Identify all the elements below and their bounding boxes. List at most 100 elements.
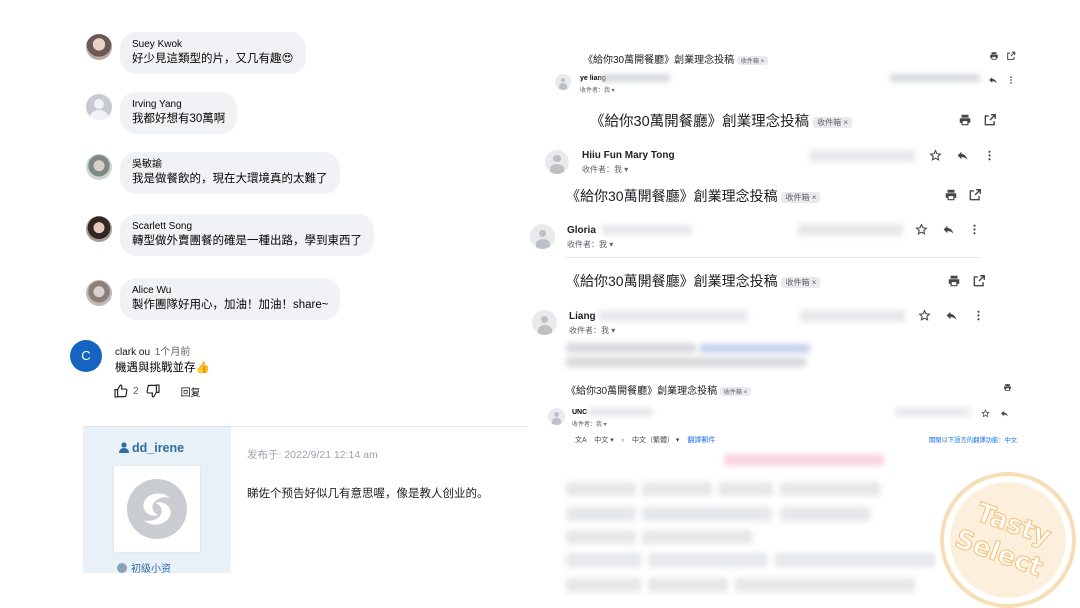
print-icon[interactable] xyxy=(947,274,961,288)
print-icon[interactable] xyxy=(989,51,999,61)
avatar[interactable] xyxy=(86,34,112,60)
comment-suey-kwok: Suey Kwok 好少見這類型的片，又几有趣😍 xyxy=(86,32,306,74)
like-count: 2 xyxy=(133,385,139,397)
redacted-body xyxy=(648,578,728,592)
sender-avatar[interactable] xyxy=(530,224,555,249)
redacted-email xyxy=(598,311,748,321)
translate-message-link[interactable]: 翻譯郵件 xyxy=(687,437,715,444)
avatar[interactable] xyxy=(86,154,112,180)
comment-bubble: Suey Kwok 好少見這類型的片，又几有趣😍 xyxy=(120,32,306,74)
email-subject: 《給你30萬開餐廳》創業理念投稿 收件箱 × xyxy=(566,271,821,291)
comment-text: 我都好想有30萬啊 xyxy=(132,113,226,125)
email-subject: 《給你30萬開餐廳》創業理念投稿 收件箱 × xyxy=(590,110,853,131)
more-vert-icon[interactable] xyxy=(983,149,996,162)
reply-icon[interactable] xyxy=(1000,409,1009,418)
avatar[interactable] xyxy=(86,94,112,120)
redacted-body xyxy=(648,553,768,567)
print-icon[interactable] xyxy=(1003,383,1012,392)
star-icon[interactable] xyxy=(929,149,942,162)
sender-avatar[interactable] xyxy=(545,150,569,174)
avatar[interactable] xyxy=(86,216,112,242)
sender-name[interactable]: Gloria xyxy=(567,225,596,236)
thumbs-down-icon[interactable] xyxy=(145,383,161,399)
commenter-name[interactable]: Alice Wu xyxy=(132,284,328,297)
stamp-logo-icon: Tasty Select xyxy=(940,472,1076,608)
forum-username[interactable]: dd_irene xyxy=(119,441,184,456)
redacted-body xyxy=(780,482,880,496)
redacted-body xyxy=(642,507,772,521)
reply-button[interactable]: 回复 xyxy=(181,384,201,399)
open-in-new-icon[interactable] xyxy=(1006,51,1016,61)
user-icon xyxy=(119,442,129,456)
commenter-name[interactable]: Irving Yang xyxy=(132,98,225,111)
avatar[interactable] xyxy=(86,280,112,306)
star-icon[interactable] xyxy=(915,223,928,236)
inbox-tag[interactable]: 收件箱 × xyxy=(736,55,769,65)
sender-name[interactable]: Hiiu Fun Mary Tong xyxy=(582,150,675,161)
more-vert-icon[interactable] xyxy=(1006,75,1016,85)
comment-bubble: Scarlett Song 轉型做外賣團餐的確是一種出路，學到東西了 xyxy=(120,214,374,256)
inbox-tag[interactable]: 收件箱 × xyxy=(719,386,752,396)
redacted-email xyxy=(602,225,692,235)
print-icon[interactable] xyxy=(958,113,972,127)
redacted-date xyxy=(890,74,980,82)
forum-rank: 初级小资 xyxy=(117,560,171,575)
print-icon[interactable] xyxy=(944,188,958,202)
inbox-tag[interactable]: 收件箱 × xyxy=(781,276,821,288)
commenter-name[interactable]: Scarlett Song xyxy=(132,220,362,233)
redacted-date xyxy=(798,224,903,236)
recipient-line[interactable]: 收件者：我 ▾ xyxy=(580,85,615,94)
comment-author[interactable]: clark ou xyxy=(115,347,150,358)
sender-name[interactable]: Liang xyxy=(569,311,596,322)
recipient-line[interactable]: 收件者：我 ▾ xyxy=(582,164,628,175)
reply-icon[interactable] xyxy=(988,75,998,85)
commenter-name[interactable]: Suey Kwok xyxy=(132,38,294,51)
comment-time[interactable]: 1个月前 xyxy=(155,347,191,358)
redacted-body xyxy=(566,343,696,353)
inbox-tag[interactable]: 收件箱 × xyxy=(813,116,853,128)
recipient-line[interactable]: 收件者：我 ▾ xyxy=(572,419,607,428)
sender-name[interactable]: UNC xyxy=(572,409,587,416)
comment-bubble: Alice Wu 製作團隊好用心，加油！加油！share~ xyxy=(120,278,341,320)
redacted-body xyxy=(566,530,636,544)
email-subject: 《給你30萬開餐廳》創業理念投稿 收件箱 × xyxy=(583,51,769,66)
turn-off-translation-link[interactable]: 關閉以下語言的翻譯功能：中文 xyxy=(929,435,1017,444)
star-icon[interactable] xyxy=(981,409,990,418)
redacted-body xyxy=(566,553,641,567)
forum-avatar[interactable] xyxy=(113,465,201,553)
open-in-new-icon[interactable] xyxy=(972,274,986,288)
comment-actions: 2 回复 xyxy=(113,383,201,399)
reply-icon[interactable] xyxy=(942,223,955,236)
comment-text: 我是做餐飲的，現在大環境真的太難了 xyxy=(132,173,328,185)
redacted-body xyxy=(780,507,870,521)
comment-text: 轉型做外賣團餐的確是一種出路，學到東西了 xyxy=(132,235,362,247)
sender-avatar[interactable] xyxy=(532,310,557,335)
reply-icon[interactable] xyxy=(945,309,958,322)
comment-bubble: Irving Yang 我都好想有30萬啊 xyxy=(120,92,238,134)
sender-avatar[interactable] xyxy=(548,408,565,425)
redacted-body xyxy=(566,507,636,521)
rank-icon xyxy=(117,563,127,573)
recipient-line[interactable]: 收件者：我 ▾ xyxy=(567,239,613,250)
post-text: 睇佐个预告好似几有意思喔，像是教人创业的。 xyxy=(247,488,489,500)
thumbs-up-icon[interactable] xyxy=(113,383,129,399)
open-in-new-icon[interactable] xyxy=(983,113,997,127)
reply-icon[interactable] xyxy=(956,149,969,162)
sender-avatar[interactable] xyxy=(555,74,571,90)
more-vert-icon[interactable] xyxy=(972,309,985,322)
source-language-select[interactable]: 中文 ▾ xyxy=(594,437,613,444)
star-icon[interactable] xyxy=(918,309,931,322)
commenter-name[interactable]: 吳敏諭 xyxy=(132,158,328,171)
redacted-body xyxy=(642,482,712,496)
redacted-body xyxy=(700,344,810,353)
redacted-body xyxy=(566,357,806,367)
target-language-select[interactable]: 中文（繁體） ▾ xyxy=(632,437,679,444)
redacted-body xyxy=(718,482,773,496)
tasty-select-stamp: Tasty Select xyxy=(938,470,1078,608)
open-in-new-icon[interactable] xyxy=(968,188,982,202)
avatar[interactable]: C xyxy=(70,340,102,372)
comment-bubble: 吳敏諭 我是做餐飲的，現在大環境真的太難了 xyxy=(120,152,340,194)
more-vert-icon[interactable] xyxy=(968,223,981,236)
inbox-tag[interactable]: 收件箱 × xyxy=(781,191,821,203)
recipient-line[interactable]: 收件者：我 ▾ xyxy=(569,325,615,336)
